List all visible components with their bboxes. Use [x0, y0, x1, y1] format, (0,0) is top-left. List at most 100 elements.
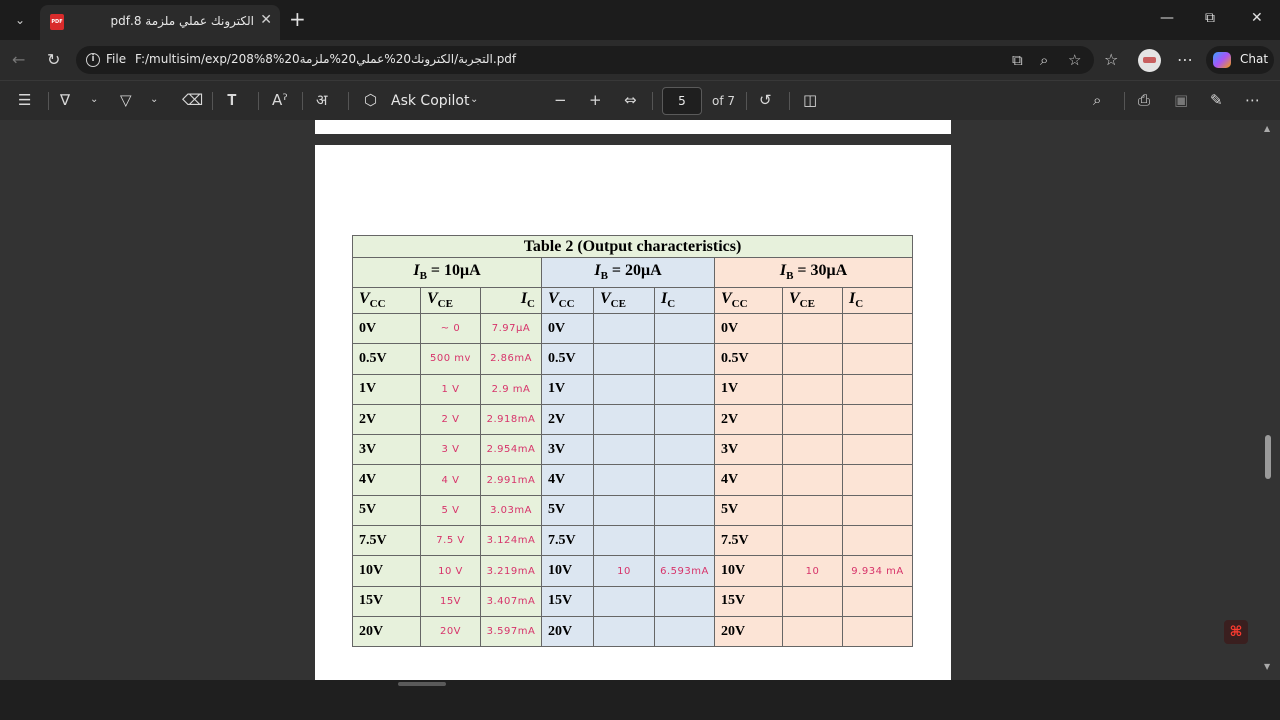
cell-vcc: 15V: [714, 585, 783, 617]
horizontal-scroll-thumb[interactable]: [398, 682, 446, 686]
chevron-down-icon[interactable]: ⌄: [150, 92, 158, 108]
table-body: 0V ~ 0 7.97μA 0V 0V 0.5V 500 mv 2.86mA 0.5V 0.5V 1…: [352, 312, 913, 648]
zoom-out-icon[interactable]: −: [554, 92, 567, 108]
cell-vce-10ua: 1 V: [420, 373, 481, 405]
cell-ic-10ua: 2.86mA: [480, 343, 542, 375]
translate-icon[interactable]: अ: [316, 92, 327, 108]
save-icon[interactable]: ▣: [1174, 92, 1188, 108]
tab-actions-menu-button[interactable]: ⌄: [8, 8, 32, 32]
read-aloud-icon[interactable]: Aˀ: [272, 92, 288, 108]
cell-vce-20ua: [593, 494, 655, 527]
draw-icon[interactable]: ▽: [120, 92, 132, 108]
close-window-button[interactable]: ✕: [1251, 10, 1263, 26]
scroll-down-arrow-icon[interactable]: ▼: [1264, 662, 1270, 671]
active-tab[interactable]: PDF الكترونك عملي ملزمة 8.pdf ✕: [40, 5, 280, 40]
cell-vce-20ua: [593, 373, 655, 405]
cell-ic-20ua: [654, 464, 715, 496]
cell-ic-10ua: 2.954mA: [480, 434, 542, 466]
cell-vce-30ua: [782, 373, 843, 405]
address-field[interactable]: i File F:/multisim/exp/208%التجربة/الكتر…: [76, 46, 1094, 74]
ask-copilot-button[interactable]: Ask Copilot: [391, 93, 470, 109]
cell-ic-20ua: [654, 373, 715, 405]
page-count-label: of 7: [712, 94, 736, 108]
cell-vce-10ua: 5 V: [420, 494, 481, 527]
zoom-in-icon[interactable]: +: [589, 92, 602, 108]
toolbar-divider: [302, 92, 303, 110]
cell-vcc: 5V: [352, 494, 421, 527]
cell-ic-10ua: 7.97μA: [480, 312, 542, 345]
page-number-input[interactable]: 5: [662, 87, 702, 115]
cell-vcc: 2V: [541, 403, 594, 436]
highlight-icon[interactable]: ∇: [60, 92, 70, 108]
cell-vcc: 5V: [714, 494, 783, 527]
zoom-search-icon[interactable]: ⌕: [1040, 51, 1048, 69]
fit-to-width-icon[interactable]: ⇔: [624, 92, 637, 108]
chevron-down-icon[interactable]: ⌄: [470, 92, 478, 108]
cell-ic-20ua: [654, 434, 715, 466]
restore-button[interactable]: ⧉: [1205, 10, 1215, 26]
table-row: 4V 4 V 2.991mA 4V 4V: [352, 464, 913, 496]
cell-vcc: 2V: [352, 403, 421, 436]
more-menu-icon[interactable]: ⋯: [1177, 50, 1193, 69]
cell-vce-10ua: 20V: [420, 615, 481, 648]
table-row: 0.5V 500 mv 2.86mA 0.5V 0.5V: [352, 343, 913, 375]
cell-vcc: 4V: [352, 464, 421, 496]
eraser-icon[interactable]: ⌫: [182, 92, 203, 108]
bottom-edge: [0, 680, 1280, 720]
cell-vce-30ua: [782, 464, 843, 496]
pdf-viewer[interactable]: Table 2 (Output characteristics) IB = 10…: [0, 120, 1280, 680]
previous-page-edge: [315, 120, 951, 134]
scroll-up-arrow-icon[interactable]: ▲: [1264, 124, 1270, 133]
cell-vcc: 10V: [714, 555, 783, 587]
favorites-icon[interactable]: ☆: [1104, 50, 1118, 69]
save-as-icon[interactable]: ✎: [1210, 92, 1223, 108]
cell-vce-20ua: [593, 403, 655, 436]
toolbar-divider: [258, 92, 259, 110]
back-arrow-icon[interactable]: ←: [12, 50, 25, 69]
print-icon[interactable]: ⎙: [1138, 92, 1150, 108]
cell-ic-30ua: [842, 585, 913, 617]
table-row: 10V 10 V 3.219mA 10V 10 6.593mA 10V 10 9.934 mA: [352, 555, 913, 587]
cell-ic-30ua: 9.934 mA: [842, 555, 913, 587]
cell-vcc: 0V: [541, 312, 594, 345]
acrobat-icon[interactable]: ⌘: [1224, 620, 1248, 644]
contents-list-icon[interactable]: ☰: [18, 92, 31, 108]
tab-close-icon[interactable]: ✕: [260, 12, 272, 28]
refresh-icon[interactable]: ↻: [47, 50, 60, 69]
page-view-icon[interactable]: ◫: [803, 92, 817, 108]
chevron-down-icon[interactable]: ⌄: [90, 92, 98, 108]
chat-label: Chat: [1240, 52, 1269, 66]
pdf-file-icon: PDF: [50, 14, 64, 30]
cell-ic-30ua: [842, 494, 913, 527]
copilot-page-icon[interactable]: ⧉: [1012, 51, 1023, 69]
cell-vcc: 3V: [541, 434, 594, 466]
table-row: 2V 2 V 2.918mA 2V 2V: [352, 403, 913, 436]
cell-ic-30ua: [842, 373, 913, 405]
copilot-icon[interactable]: ⬡: [364, 92, 377, 108]
vertical-scroll-thumb[interactable]: [1265, 435, 1271, 479]
more-options-icon[interactable]: ⋯: [1245, 92, 1260, 108]
add-text-icon[interactable]: 𝐓: [227, 92, 237, 108]
cell-ic-20ua: [654, 312, 715, 345]
favorite-star-icon[interactable]: ☆: [1068, 51, 1081, 69]
vertical-scrollbar[interactable]: [1262, 120, 1274, 675]
info-icon[interactable]: i: [86, 53, 100, 67]
cell-ic-30ua: [842, 464, 913, 496]
minimize-button[interactable]: —: [1160, 10, 1174, 26]
cell-vcc: 7.5V: [541, 525, 594, 557]
copilot-chat-button[interactable]: Chat: [1206, 46, 1274, 74]
rotate-icon[interactable]: ↺: [759, 92, 772, 108]
cell-vce-20ua: [593, 585, 655, 617]
cell-vce-20ua: [593, 615, 655, 648]
pdf-page: Table 2 (Output characteristics) IB = 10…: [315, 145, 951, 680]
new-tab-button[interactable]: +: [289, 9, 306, 29]
profile-avatar[interactable]: [1138, 49, 1161, 72]
cell-vcc: 0V: [352, 312, 421, 345]
search-icon[interactable]: ⌕: [1093, 92, 1101, 108]
cell-vce-10ua: 4 V: [420, 464, 481, 496]
col-header-vcc: VCC: [714, 287, 783, 314]
cell-ic-20ua: 6.593mA: [654, 555, 715, 587]
tab-title: الكترونك عملي ملزمة 8.pdf: [110, 14, 254, 28]
url-text[interactable]: F:/multisim/exp/208%التجربة/الكترونك20%ع…: [135, 52, 516, 66]
cell-vcc: 0.5V: [541, 343, 594, 375]
